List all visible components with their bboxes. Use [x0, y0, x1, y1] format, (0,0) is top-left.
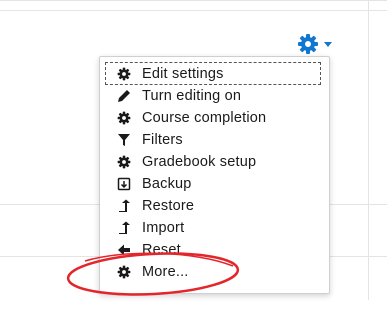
menu-item-gradebook-setup[interactable]: Gradebook setup	[106, 151, 320, 172]
gear-icon	[116, 110, 132, 126]
menu-item-backup[interactable]: Backup	[106, 173, 320, 194]
menu-item-turn-editing-on[interactable]: Turn editing on	[106, 85, 320, 106]
page-divider	[0, 0, 387, 1]
pencil-icon	[116, 88, 132, 104]
menu-item-label: Course completion	[142, 109, 267, 126]
level-up-icon	[116, 198, 132, 214]
page-divider	[368, 0, 369, 300]
menu-item-more[interactable]: More...	[106, 261, 320, 282]
menu-item-edit-settings[interactable]: Edit settings	[105, 62, 321, 85]
gear-icon	[116, 154, 132, 170]
filter-icon	[116, 132, 132, 148]
menu-item-label: Reset	[142, 241, 181, 258]
menu-item-label: Turn editing on	[142, 87, 242, 104]
settings-menu-toggle[interactable]	[297, 33, 357, 57]
file-export-icon	[116, 176, 132, 192]
level-up-icon	[116, 220, 132, 236]
menu-item-label: Filters	[142, 131, 183, 148]
gear-icon	[116, 66, 132, 82]
page-divider	[0, 10, 387, 11]
arrow-left-icon	[116, 242, 132, 258]
menu-item-restore[interactable]: Restore	[106, 195, 320, 216]
course-settings-menu: Edit settings Turn editing on Course com…	[99, 56, 330, 294]
gear-icon	[116, 264, 132, 280]
menu-item-label: Backup	[142, 175, 192, 192]
caret-down-icon	[324, 42, 332, 47]
menu-item-import[interactable]: Import	[106, 217, 320, 238]
menu-item-label: Restore	[142, 197, 195, 214]
menu-item-reset[interactable]: Reset	[106, 239, 320, 260]
gear-icon	[297, 33, 319, 55]
menu-item-label: More...	[142, 263, 189, 280]
menu-item-label: Gradebook setup	[142, 153, 257, 170]
menu-item-label: Edit settings	[142, 65, 224, 82]
menu-item-filters[interactable]: Filters	[106, 129, 320, 150]
menu-item-label: Import	[142, 219, 185, 236]
menu-item-course-completion[interactable]: Course completion	[106, 107, 320, 128]
